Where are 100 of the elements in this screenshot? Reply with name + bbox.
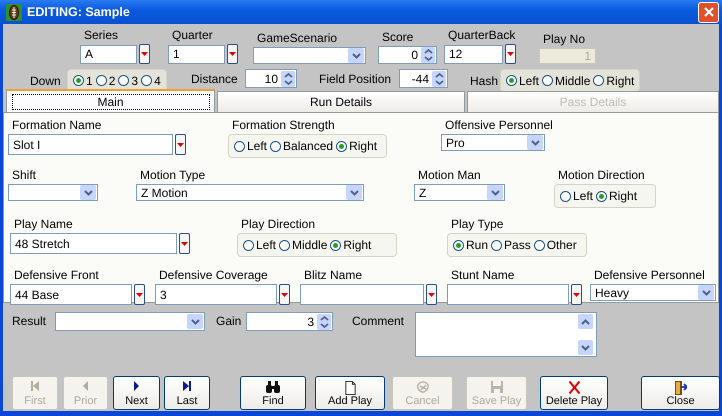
field-label: Play Name — [13, 217, 73, 231]
field-label: Defensive Coverage — [158, 268, 268, 282]
dropdown-button[interactable] — [505, 44, 516, 64]
radio-option[interactable]: Other — [534, 238, 577, 252]
delete-play-button[interactable]: Delete Play — [540, 376, 608, 410]
radio-button[interactable] — [534, 240, 545, 250]
text-field[interactable]: Slot I — [8, 134, 173, 155]
text-field[interactable]: A — [80, 44, 137, 64]
radio-option[interactable]: 1 — [73, 74, 93, 88]
find-button[interactable]: Find — [240, 376, 306, 410]
dropdown-button[interactable] — [571, 284, 582, 305]
radio-button[interactable] — [560, 190, 571, 202]
radio-option[interactable]: Left — [560, 189, 594, 203]
radio-button[interactable] — [279, 240, 290, 250]
radio-option[interactable]: Balanced — [270, 139, 334, 153]
field-label: Series — [83, 28, 118, 42]
last-button[interactable]: Last — [164, 376, 210, 410]
tab[interactable]: Main — [6, 89, 215, 112]
scroll-up-icon[interactable] — [578, 314, 593, 329]
dropdown-button[interactable] — [139, 44, 150, 64]
spinner-field[interactable]: 3 — [246, 312, 333, 331]
text-field[interactable]: 1 — [168, 44, 225, 64]
dropdown-button[interactable] — [279, 284, 290, 305]
radio-option[interactable]: Middle — [279, 238, 328, 252]
radio-button[interactable] — [270, 140, 282, 152]
add-play-button[interactable]: Add Play — [315, 376, 385, 410]
dropdown-field[interactable] — [55, 312, 205, 331]
next-button[interactable]: Next — [113, 376, 160, 410]
field-label: Motion Type — [139, 168, 206, 182]
field-label: Formation Strength — [231, 118, 335, 132]
radio-button[interactable] — [73, 75, 84, 86]
field-label: Gain — [216, 313, 242, 330]
radio-button[interactable] — [234, 140, 245, 152]
dropdown-field[interactable]: Pro — [441, 134, 545, 151]
radio-option[interactable]: Right — [330, 238, 372, 252]
radio-button[interactable] — [118, 75, 130, 86]
dropdown-field[interactable]: Heavy — [590, 284, 716, 301]
text-field[interactable] — [447, 284, 569, 305]
radio-option[interactable]: Run — [453, 238, 488, 252]
radio-option[interactable]: Right — [596, 189, 638, 203]
radio-button[interactable] — [96, 75, 107, 86]
field-label: Defensive Personnel — [593, 268, 705, 282]
scroll-down-icon[interactable] — [578, 340, 593, 355]
spinner-field[interactable]: 10 — [245, 69, 297, 88]
close-window-button[interactable] — [698, 2, 719, 22]
field-label: Motion Man — [417, 168, 481, 182]
radio-option[interactable]: Left — [243, 238, 276, 252]
radio-option[interactable]: Left — [506, 74, 540, 88]
radio-button[interactable] — [593, 75, 604, 86]
dropdown-field[interactable]: Z Motion — [136, 184, 364, 201]
close-button[interactable]: Close — [641, 376, 720, 410]
dropdown-button[interactable] — [227, 44, 238, 64]
radio-option[interactable]: Right — [593, 74, 634, 88]
radio-option[interactable]: Pass — [491, 238, 531, 252]
radio-button[interactable] — [453, 240, 464, 250]
skip-forward-icon — [183, 381, 191, 391]
radio-button[interactable] — [243, 240, 254, 250]
field-label: Motion Direction — [557, 168, 645, 182]
radio-option[interactable]: Left — [234, 139, 268, 153]
radio-button[interactable] — [542, 75, 554, 86]
spin-arrows-icon — [421, 47, 435, 63]
field-label: QuarterBack — [447, 28, 516, 42]
dropdown-field[interactable] — [8, 184, 98, 201]
field-label: Result — [12, 313, 48, 330]
radio-button[interactable] — [336, 140, 348, 152]
caret-down-icon — [141, 52, 148, 56]
radio-button[interactable] — [596, 190, 608, 202]
text-field[interactable]: 44 Base — [10, 284, 132, 305]
binoculars-icon — [266, 381, 280, 393]
dropdown-button[interactable] — [175, 134, 186, 155]
spinner-field[interactable]: 0 — [378, 46, 437, 64]
field-label: Blitz Name — [303, 268, 362, 282]
dropdown-field[interactable] — [253, 47, 366, 64]
radio-option[interactable]: Middle — [542, 74, 590, 88]
radio-button[interactable] — [141, 75, 152, 86]
radio-button[interactable] — [506, 75, 517, 86]
radio-option[interactable]: 3 — [118, 74, 138, 88]
text-field[interactable]: 12 — [444, 44, 503, 64]
radio-option[interactable]: 4 — [141, 74, 161, 88]
field-label: Score — [381, 30, 414, 44]
radio-button[interactable] — [330, 240, 342, 250]
radio-option[interactable]: Right — [336, 139, 378, 153]
triangle-left-icon — [83, 381, 88, 391]
comment-field[interactable] — [415, 312, 597, 357]
radio-option[interactable]: 2 — [96, 74, 116, 88]
dropdown-button[interactable] — [134, 284, 145, 305]
tab[interactable]: Run Details — [217, 91, 465, 112]
radio-button[interactable] — [491, 240, 502, 250]
field-label: Stunt Name — [450, 268, 514, 282]
chevron-down-icon — [348, 48, 364, 63]
text-field[interactable]: 3 — [155, 284, 277, 305]
dropdown-button[interactable] — [179, 233, 190, 254]
caret-down-icon — [281, 292, 288, 296]
spinner-field[interactable]: -44 — [399, 69, 448, 88]
text-field[interactable]: 48 Stretch — [10, 233, 177, 254]
caret-down-icon — [229, 52, 236, 56]
text-field[interactable] — [300, 284, 424, 305]
close-icon — [702, 6, 714, 18]
dropdown-field[interactable]: Z — [414, 184, 505, 201]
dropdown-button[interactable] — [426, 284, 437, 305]
